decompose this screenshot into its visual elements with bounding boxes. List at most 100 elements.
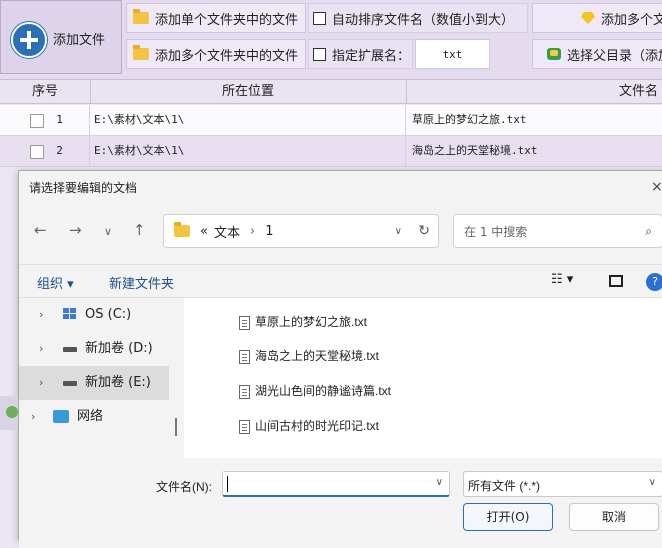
table-row[interactable]: 1 E:\素材\文本\1\ 草原上的梦幻之旅.txt <box>0 105 662 136</box>
col-location[interactable]: 所在位置 <box>90 80 407 104</box>
add-file-button[interactable]: 添加文件 <box>0 0 122 74</box>
folder-icon <box>133 45 149 60</box>
add-multi-label: 添加多个文 <box>601 12 662 28</box>
status-icon <box>6 406 18 418</box>
address-overflow[interactable]: « <box>200 224 208 239</box>
file-item[interactable]: 湖光山色间的静谧诗篇.txt <box>239 381 391 401</box>
organize-menu[interactable]: 组织 ▾ <box>37 273 74 292</box>
chevron-down-icon: ∨ <box>648 477 656 488</box>
breadcrumb-item[interactable]: 文本 <box>214 222 240 241</box>
file-list: 草原上的梦幻之旅.txt 海岛之上的天堂秘境.txt 湖光山色间的静谧诗篇.tx… <box>184 298 662 458</box>
navigation-pane: › OS (C:) › 新加卷 (D:) › 新加卷 (E:) › 网络 <box>19 298 169 458</box>
file-item[interactable]: 海岛之上的天堂秘境.txt <box>239 346 379 366</box>
help-icon[interactable]: ? <box>646 273 662 291</box>
table-header: 序号 所在位置 文件名 <box>0 80 662 104</box>
nav-item-c-drive[interactable]: › OS (C:) <box>19 298 169 332</box>
auto-sort-checkbox[interactable] <box>313 11 326 25</box>
drive-icon <box>63 381 77 386</box>
row-filename: 海岛之上的天堂秘境.txt <box>412 144 538 157</box>
file-open-dialog: 请选择要编辑的文档 × ← → ∨ ↑ « 文本 › 1 ∨ ↻ 在 1 中搜索… <box>18 170 662 548</box>
dialog-footer: 文件名(N): ∨ 所有文件 (*.*) ∨ 打开(O) 取消 <box>19 458 662 548</box>
forward-arrow-icon[interactable]: → <box>69 221 82 239</box>
search-icon: ⌕ <box>645 223 652 238</box>
add-multi-folder-label: 添加多个文件夹中的文件 <box>155 48 299 64</box>
select-parent-button[interactable]: 选择父目录（添加 <box>532 39 662 69</box>
windows-drive-icon <box>63 308 77 320</box>
search-input[interactable]: 在 1 中搜索 ⌕ <box>453 214 662 248</box>
up-arrow-icon[interactable]: ↑ <box>133 221 146 239</box>
file-item[interactable]: 山间古村的时光印记.txt <box>239 416 379 436</box>
chevron-right-icon[interactable]: › <box>39 332 43 366</box>
toolbar: 添加文件 添加单个文件夹中的文件 添加多个文件夹中的文件 自动排序文件名（数值小… <box>0 0 662 80</box>
file-name: 山间古村的时光印记.txt <box>255 419 380 433</box>
specify-ext-option[interactable]: 指定扩展名： <box>308 39 413 69</box>
text-file-icon <box>239 315 250 330</box>
new-folder-button[interactable]: 新建文件夹 <box>109 273 174 292</box>
file-name: 海岛之上的天堂秘境.txt <box>255 349 380 363</box>
plus-icon <box>11 22 47 58</box>
file-item[interactable]: 草原上的梦幻之旅.txt <box>239 312 367 332</box>
filename-dropdown-icon[interactable]: ∨ <box>436 477 443 488</box>
text-file-icon <box>239 419 250 434</box>
select-parent-label: 选择父目录（添加 <box>567 48 662 64</box>
gem-icon <box>547 48 561 60</box>
recent-chevron-icon[interactable]: ∨ <box>104 225 112 238</box>
preview-pane-icon[interactable] <box>609 275 623 287</box>
dialog-title: 请选择要编辑的文档 <box>29 181 138 195</box>
col-index[interactable]: 序号 <box>0 80 91 104</box>
chevron-right-icon[interactable]: › <box>39 298 43 332</box>
refresh-icon[interactable]: ↻ <box>418 223 430 239</box>
text-file-icon <box>239 349 250 364</box>
row-index: 2 <box>0 136 90 166</box>
cancel-button[interactable]: 取消 <box>569 503 659 531</box>
diamond-icon <box>581 12 595 24</box>
network-icon <box>53 410 69 423</box>
open-button[interactable]: 打开(O) <box>463 503 553 531</box>
back-arrow-icon[interactable]: ← <box>34 221 47 239</box>
table-row[interactable]: 2 E:\素材\文本\1\ 海岛之上的天堂秘境.txt <box>0 136 662 167</box>
view-options-icon[interactable]: ☷ ▾ <box>551 272 573 287</box>
drive-icon <box>63 347 77 352</box>
add-file-label: 添加文件 <box>53 33 106 48</box>
nav-item-label: OS (C:) <box>85 307 132 322</box>
text-caret <box>227 476 228 492</box>
specify-ext-checkbox[interactable] <box>313 47 326 61</box>
nav-scrollbar[interactable] <box>175 418 177 436</box>
auto-sort-option[interactable]: 自动排序文件名（数值小到大） <box>308 3 528 33</box>
extension-input[interactable]: txt <box>415 39 490 69</box>
text-file-icon <box>239 384 250 399</box>
add-multi-folder-button[interactable]: 添加多个文件夹中的文件 <box>126 39 306 69</box>
close-icon[interactable]: × <box>651 179 662 195</box>
nav-item-label: 网络 <box>77 409 104 424</box>
background-panel <box>0 396 18 430</box>
filename-input[interactable]: ∨ <box>222 471 450 497</box>
address-bar[interactable]: « 文本 › 1 ∨ ↻ <box>163 214 439 248</box>
nav-item-network[interactable]: › 网络 <box>19 400 169 434</box>
nav-item-e-drive[interactable]: › 新加卷 (E:) <box>19 366 169 400</box>
breadcrumb-separator: › <box>249 223 256 239</box>
row-location: E:\素材\文本\1\ <box>90 105 406 135</box>
add-multi-button[interactable]: 添加多个文 <box>532 3 662 33</box>
nav-item-label: 新加卷 (E:) <box>85 375 151 390</box>
row-index: 1 <box>0 105 90 135</box>
command-bar: 组织 ▾ 新建文件夹 ☷ ▾ ? <box>19 264 662 298</box>
row-filename: 草原上的梦幻之旅.txt <box>412 113 527 126</box>
row-location: E:\素材\文本\1\ <box>90 136 406 166</box>
folder-icon <box>174 222 190 237</box>
add-single-folder-button[interactable]: 添加单个文件夹中的文件 <box>126 3 306 33</box>
nav-item-d-drive[interactable]: › 新加卷 (D:) <box>19 332 169 366</box>
file-type-value: 所有文件 (*.*) <box>468 479 541 493</box>
add-single-folder-label: 添加单个文件夹中的文件 <box>155 12 299 28</box>
breadcrumb-item[interactable]: 1 <box>265 224 273 239</box>
search-placeholder: 在 1 中搜索 <box>464 224 528 239</box>
file-type-select[interactable]: 所有文件 (*.*) ∨ <box>463 471 662 497</box>
address-dropdown-icon[interactable]: ∨ <box>395 226 402 237</box>
specify-ext-label: 指定扩展名： <box>332 48 411 64</box>
file-name: 湖光山色间的静谧诗篇.txt <box>255 384 392 398</box>
chevron-right-icon[interactable]: › <box>39 366 43 400</box>
filename-label: 文件名(N): <box>156 480 212 494</box>
nav-item-label: 新加卷 (D:) <box>85 341 153 356</box>
folder-icon <box>133 9 149 24</box>
col-filename[interactable]: 文件名 <box>406 80 662 104</box>
chevron-right-icon[interactable]: › <box>31 400 35 434</box>
